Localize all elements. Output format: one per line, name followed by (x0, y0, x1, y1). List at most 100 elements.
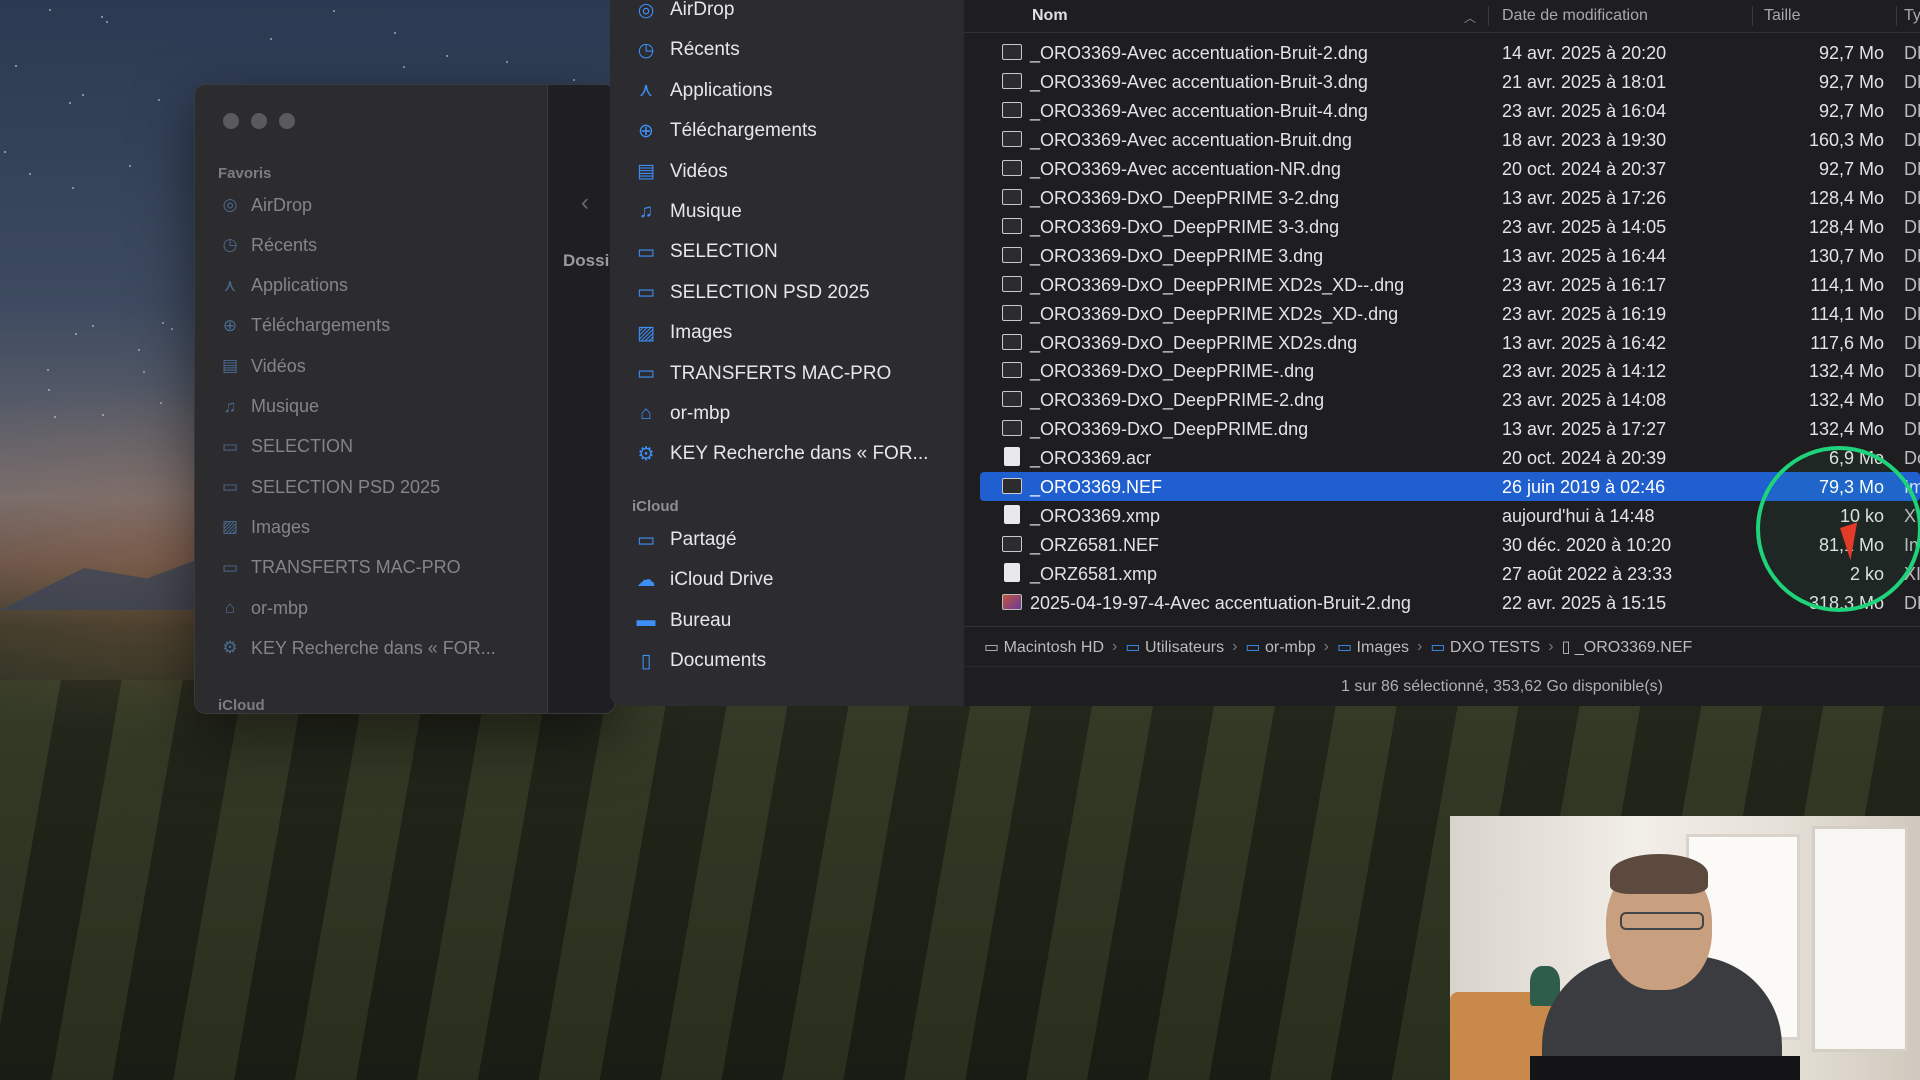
sidebar-item-r-cents[interactable]: ◷ Récents (634, 30, 740, 70)
file-kind: DN (1904, 274, 1920, 295)
table-row[interactable]: _ORO3369-DxO_DeepPRIME 3.dng 13 avr. 2025… (980, 241, 1920, 270)
background-sidebar-item[interactable]: ⌂ or-mbp (219, 588, 308, 628)
path-segment[interactable]: ▭ Utilisateurs (1125, 637, 1224, 657)
column-kind-header[interactable]: Ty (1904, 7, 1920, 25)
sidebar-item-selection[interactable]: ▭ SELECTION (634, 232, 778, 272)
table-row[interactable]: _ORO3369-Avec accentuation-NR.dng 20 oct.… (980, 154, 1920, 183)
background-sidebar-item[interactable]: ▭ SELECTION (219, 427, 353, 467)
path-segment[interactable]: ▭ DXO TESTS (1430, 637, 1540, 657)
file-size: 132,4 Mo (1808, 361, 1884, 382)
table-row[interactable]: _ORO3369-Avec accentuation-Bruit-3.dng 21… (980, 67, 1920, 96)
sort-ascending-icon[interactable]: ︿ (1464, 9, 1476, 26)
file-size: 114,1 Mo (1810, 274, 1884, 295)
sidebar-item-t-l-chargements[interactable]: ⊕ Téléchargements (634, 111, 817, 151)
table-row[interactable]: _ORO3369-DxO_DeepPRIME-.dng 23 avr. 2025 … (980, 356, 1920, 385)
sidebar-item-label: AirDrop (251, 194, 313, 215)
webcam-laptop (1530, 1056, 1800, 1080)
table-row[interactable]: _ORO3369.acr20 oct. 2024 à 20:396,9 MoDo (980, 443, 1920, 472)
table-row[interactable]: 2025-04-19-97-4-Avec accentuation-Bruit-… (980, 588, 1920, 617)
sidebar-item-icloud-drive[interactable]: ☁ iCloud Drive (634, 560, 774, 600)
file-kind: DN (1904, 245, 1920, 266)
background-sidebar-item[interactable]: ▭ SELECTION PSD 2025 (219, 467, 440, 507)
sidebar-item-label: TRANSFERTS MAC-PRO (251, 557, 461, 578)
background-sidebar-item[interactable]: ▭ TRANSFERTS MAC-PRO (219, 548, 461, 588)
file-name: _ORO3369-DxO_DeepPRIME-2.dng (1030, 390, 1325, 411)
sidebar-item-vid-os[interactable]: ▤ Vidéos (634, 152, 728, 192)
zoom-window-button[interactable] (279, 113, 295, 129)
sidebar-item-or-mbp[interactable]: ⌂ or-mbp (634, 394, 730, 434)
back-icon[interactable]: ‹ (581, 189, 589, 217)
file-kind: DN (1904, 187, 1920, 208)
table-row[interactable]: _ORO3369-DxO_DeepPRIME XD2s_XD--.dng 23 a… (980, 270, 1920, 299)
minimize-window-button[interactable] (251, 113, 267, 129)
path-segment[interactable]: ▭ Macintosh HD (984, 637, 1104, 657)
sidebar-item-key-recherche-dans-for[interactable]: ⚙ KEY Recherche dans « FOR... (634, 434, 928, 474)
table-row[interactable]: _ORO3369-Avec accentuation-Bruit-2.dng 14… (980, 38, 1920, 67)
background-sidebar-item[interactable]: ⋏ Applications (219, 266, 348, 306)
table-row[interactable]: _ORO3369-DxO_DeepPRIME-2.dng 23 avr. 2025… (980, 385, 1920, 414)
column-separator[interactable] (1896, 6, 1897, 26)
table-row[interactable]: _ORO3369-DxO_DeepPRIME XD2s.dng 13 avr. 2… (980, 328, 1920, 357)
background-sidebar-item[interactable]: ⚙ KEY Recherche dans « FOR... (219, 628, 495, 668)
column-separator[interactable] (1752, 6, 1753, 26)
column-separator[interactable] (1488, 6, 1489, 26)
sidebar-item-label: Partagé (670, 529, 737, 550)
column-size-header[interactable]: Taille (1764, 7, 1800, 25)
table-row[interactable]: _ORO3369-DxO_DeepPRIME 3-2.dng 13 avr. 20… (980, 183, 1920, 212)
background-sidebar-item[interactable]: ⊕ Téléchargements (219, 306, 390, 346)
path-segment[interactable]: ▯ _ORO3369.NEF (1562, 637, 1693, 657)
sidebar-item-label: Musique (251, 396, 320, 416)
file-date: 26 juin 2019 à 02:46 (1502, 477, 1666, 498)
file-name: _ORO3369-DxO_DeepPRIME 3-3.dng (1030, 216, 1340, 237)
table-row[interactable]: _ORO3369-DxO_DeepPRIME 3-3.dng 23 avr. 20… (980, 212, 1920, 241)
sidebar-item-label: Documents (670, 650, 767, 672)
file-date: 23 avr. 2025 à 14:05 (1502, 216, 1667, 237)
sidebar-item-airdrop[interactable]: ◎ AirDrop (634, 0, 735, 30)
sidebar-item-selection-psd-2025[interactable]: ▭ SELECTION PSD 2025 (634, 273, 870, 313)
chevron-right-icon: › (1112, 638, 1118, 655)
sidebar-item-musique[interactable]: ♫ Musique (634, 192, 742, 232)
file-size: 92,7 Mo (1818, 158, 1884, 179)
photo-file-icon (1002, 594, 1022, 611)
sidebar-item-label: KEY Recherche dans « FOR... (670, 443, 929, 465)
column-name-header[interactable]: Nom (1032, 7, 1068, 25)
sidebar-item-images[interactable]: ▨ Images (634, 313, 732, 353)
table-row[interactable]: _ORO3369-Avec accentuation-Bruit-4.dng 23… (980, 96, 1920, 125)
close-window-button[interactable] (223, 113, 239, 129)
background-sidebar-item[interactable]: ◎ AirDrop (219, 185, 312, 225)
file-size: 114,1 Mo (1810, 303, 1884, 324)
sidebar-item-transferts-mac-pro[interactable]: ▭ TRANSFERTS MAC-PRO (634, 354, 891, 394)
chevron-right-icon: › (1417, 638, 1423, 655)
download-icon: ⊕ (638, 120, 654, 142)
window-controls[interactable] (223, 113, 295, 129)
table-row[interactable]: _ORO3369-DxO_DeepPRIME XD2s_XD-.dng 23 av… (980, 299, 1920, 328)
column-header-partial: Dossi (563, 251, 610, 270)
background-sidebar-item[interactable]: ♫ Musique (219, 387, 319, 427)
path-segment-label: Images (1356, 639, 1410, 656)
sidebar-item-partag[interactable]: ▭ Partagé (634, 520, 737, 560)
path-segment[interactable]: ▭ Images (1337, 637, 1409, 657)
background-sidebar-item[interactable]: ▨ Images (219, 507, 310, 547)
background-sidebar-item[interactable]: ◷ Récents (219, 225, 317, 265)
sidebar-item-applications[interactable]: ⋏ Applications (634, 71, 772, 111)
path-segment[interactable]: ▭ or-mbp (1245, 637, 1315, 657)
sidebar-item-label: AirDrop (670, 0, 735, 20)
webcam-window (1812, 826, 1908, 1052)
file-date: 14 avr. 2025 à 20:20 (1502, 43, 1667, 63)
table-row[interactable]: _ORO3369-DxO_DeepPRIME.dng 13 avr. 2025 à… (980, 414, 1920, 443)
file-date: 30 déc. 2020 à 10:20 (1502, 535, 1672, 556)
file-list[interactable]: Nom ︿ Date de modification Taille Ty _OR… (964, 0, 1920, 706)
background-sidebar-item[interactable]: ▤ Vidéos (219, 346, 306, 386)
column-date-header[interactable]: Date de modification (1502, 7, 1648, 25)
file-size: 130,7 Mo (1808, 245, 1884, 266)
background-finder-window[interactable]: Favoris ◎ AirDrop ◷ Récents ⋏ Applications ⊕ Té… (194, 84, 616, 714)
sidebar-item-documents[interactable]: ▯ Documents (634, 641, 766, 681)
sidebar-item-label: or-mbp (670, 403, 731, 424)
desktop-icon: ▬ (636, 609, 656, 631)
table-row[interactable]: _ORO3369-Avec accentuation-Bruit.dng 18 a… (980, 125, 1920, 154)
file-date: 23 avr. 2025 à 16:19 (1502, 303, 1667, 324)
sidebar-item-label: Récents (251, 234, 318, 255)
status-text: 1 sur 86 sélectionné, 353,62 Go disponib… (1341, 677, 1663, 695)
sidebar-item-label: Téléchargements (251, 315, 391, 336)
sidebar-item-bureau[interactable]: ▬ Bureau (634, 601, 732, 641)
